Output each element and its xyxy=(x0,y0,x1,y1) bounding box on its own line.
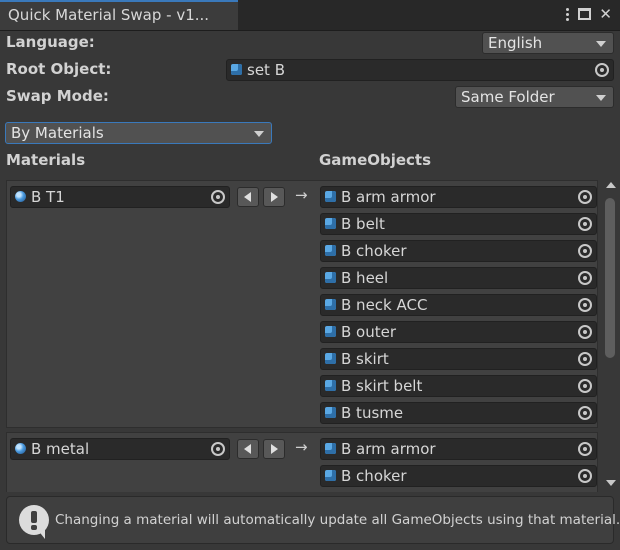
next-material-button[interactable] xyxy=(263,187,285,207)
cube-icon xyxy=(325,326,336,337)
gameobject-field[interactable]: B neck ACC xyxy=(320,294,597,316)
gameobject-name: B skirt belt xyxy=(341,377,423,395)
gameobject-field[interactable]: B choker xyxy=(320,240,597,262)
object-picker-icon[interactable] xyxy=(578,442,592,456)
cube-icon xyxy=(325,272,336,283)
maximize-icon[interactable] xyxy=(578,8,592,20)
close-icon[interactable]: ✕ xyxy=(599,4,612,24)
maps-to-arrow-icon: → xyxy=(295,438,308,456)
object-picker-icon[interactable] xyxy=(578,190,592,204)
previous-material-button[interactable] xyxy=(237,439,259,459)
gameobject-name: B neck ACC xyxy=(341,296,428,314)
gameobject-field[interactable]: B tusme xyxy=(320,402,597,424)
window-tab[interactable]: Quick Material Swap - v1... xyxy=(0,0,238,30)
material-field[interactable]: B metal xyxy=(10,438,230,460)
swap-mode-value: Same Folder xyxy=(461,88,555,106)
swap-mode-dropdown[interactable]: Same Folder xyxy=(455,86,614,108)
cube-icon xyxy=(325,353,336,364)
gameobject-name: B skirt xyxy=(341,350,389,368)
gameobject-field[interactable]: B heel xyxy=(320,267,597,289)
gameobject-field[interactable]: B outer xyxy=(320,321,597,343)
title-bar: Quick Material Swap - v1... ✕ xyxy=(0,0,620,31)
object-picker-icon[interactable] xyxy=(578,352,592,366)
gameobject-name: B arm armor xyxy=(341,188,436,206)
cube-icon xyxy=(325,407,336,418)
gameobject-name: B choker xyxy=(341,467,407,485)
object-picker-icon[interactable] xyxy=(578,217,592,231)
maps-to-arrow-icon: → xyxy=(295,186,308,204)
materials-header: Materials xyxy=(6,151,86,169)
object-picker-icon[interactable] xyxy=(595,63,609,77)
language-value: English xyxy=(488,34,543,52)
kebab-menu-icon[interactable] xyxy=(566,6,570,23)
mode-dropdown[interactable]: By Materials xyxy=(5,122,272,144)
scroll-down-arrow-icon[interactable] xyxy=(606,480,616,486)
cube-icon xyxy=(325,191,336,202)
arrow-left-icon xyxy=(244,444,251,454)
material-sphere-icon xyxy=(15,191,26,202)
chevron-down-icon xyxy=(596,95,606,101)
object-picker-icon[interactable] xyxy=(578,406,592,420)
gameobject-field[interactable]: B skirt xyxy=(320,348,597,370)
object-picker-icon[interactable] xyxy=(578,379,592,393)
gameobject-name: B belt xyxy=(341,215,385,233)
arrow-left-icon xyxy=(244,192,251,202)
gameobject-name: B outer xyxy=(341,323,397,341)
material-sphere-icon xyxy=(15,443,26,454)
arrow-right-icon xyxy=(271,192,278,202)
root-object-label: Root Object: xyxy=(6,60,112,78)
window-controls: ✕ xyxy=(566,4,612,24)
material-name: B T1 xyxy=(31,188,65,206)
chevron-down-icon xyxy=(254,131,264,137)
gameobject-name: B arm armor xyxy=(341,440,436,458)
scrollbar-thumb[interactable] xyxy=(605,198,615,358)
gameobject-field[interactable]: B belt xyxy=(320,213,597,235)
material-name: B metal xyxy=(31,440,90,458)
mode-value: By Materials xyxy=(11,124,104,142)
gameobject-field[interactable]: B arm armor xyxy=(320,438,597,460)
cube-icon xyxy=(325,299,336,310)
previous-material-button[interactable] xyxy=(237,187,259,207)
vertical-scrollbar[interactable] xyxy=(604,180,618,488)
gameobjects-header: GameObjects xyxy=(319,151,432,169)
cube-icon xyxy=(231,64,242,75)
gameobject-field[interactable]: B choker xyxy=(320,465,597,487)
gameobject-field[interactable]: B arm armor xyxy=(320,186,597,208)
object-picker-icon[interactable] xyxy=(578,325,592,339)
arrow-right-icon xyxy=(271,444,278,454)
language-label: Language: xyxy=(6,33,95,51)
swap-mode-label: Swap Mode: xyxy=(6,87,109,105)
object-picker-icon[interactable] xyxy=(211,442,225,456)
gameobject-name: B choker xyxy=(341,242,407,260)
cube-icon xyxy=(325,218,336,229)
cube-icon xyxy=(325,245,336,256)
object-picker-icon[interactable] xyxy=(211,190,225,204)
speech-bubble-tail xyxy=(37,529,45,539)
next-material-button[interactable] xyxy=(263,439,285,459)
gameobject-name: B tusme xyxy=(341,404,404,422)
root-object-field[interactable]: set B xyxy=(226,59,614,81)
cube-icon xyxy=(325,470,336,481)
object-picker-icon[interactable] xyxy=(578,469,592,483)
gameobject-field[interactable]: B skirt belt xyxy=(320,375,597,397)
chevron-down-icon xyxy=(596,41,606,47)
root-object-value: set B xyxy=(247,61,285,79)
object-picker-icon[interactable] xyxy=(578,271,592,285)
material-field[interactable]: B T1 xyxy=(10,186,230,208)
window-title: Quick Material Swap - v1... xyxy=(8,6,210,24)
object-picker-icon[interactable] xyxy=(578,298,592,312)
language-dropdown[interactable]: English xyxy=(482,32,614,54)
cube-icon xyxy=(325,443,336,454)
info-help-box: Changing a material will automatically u… xyxy=(6,496,620,544)
gameobject-name: B heel xyxy=(341,269,389,287)
scroll-up-arrow-icon[interactable] xyxy=(606,182,616,188)
help-text: Changing a material will automatically u… xyxy=(55,512,620,528)
cube-icon xyxy=(325,380,336,391)
object-picker-icon[interactable] xyxy=(578,244,592,258)
